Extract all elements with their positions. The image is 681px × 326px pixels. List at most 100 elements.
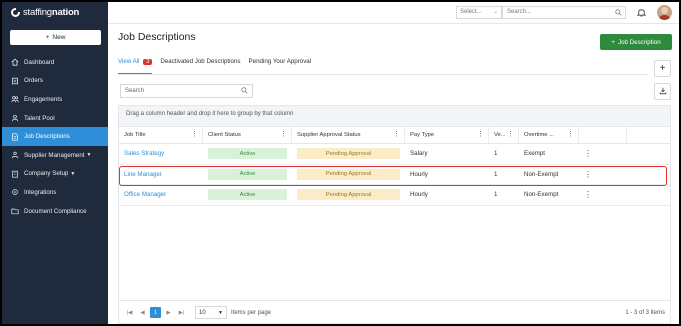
sidebar-item-talent-pool[interactable]: Talent Pool [2, 109, 108, 128]
group-panel[interactable]: Drag a column header and drop it here to… [119, 106, 670, 127]
sidebar-item-label: Dashboard [24, 58, 55, 66]
status-badge: Pending Approval [297, 189, 400, 201]
page-title: Job Descriptions [118, 31, 196, 43]
table-row[interactable]: Sales Strategy Active Pending Approval S… [119, 144, 670, 165]
column-header-version[interactable]: Ve... ⋮ [489, 127, 519, 143]
next-page-icon[interactable]: ▶ [163, 307, 174, 318]
last-page-icon[interactable]: ▶| [176, 307, 187, 318]
supplier-status-cell: Pending Approval [292, 144, 405, 164]
orders-icon [11, 77, 19, 85]
table-row[interactable]: Line Manager Active Pending Approval Hou… [119, 165, 670, 185]
job-title-link[interactable]: Sales Strategy [119, 144, 203, 164]
overtime-cell: Non-Exempt [524, 170, 559, 178]
chevron-down-icon: ⌄ [493, 9, 498, 15]
column-header-supplier-approval-status[interactable]: Supplier Approval Status ⋮ [292, 127, 405, 143]
app-window: staffingnation + New Dashboard Orders En… [0, 0, 681, 326]
avatar[interactable] [657, 5, 672, 20]
folder-icon [11, 207, 19, 215]
sidebar-item-dashboard[interactable]: Dashboard [2, 53, 108, 72]
column-menu-icon[interactable]: ⋮ [280, 130, 287, 138]
pay-type-cell: Hourly [410, 170, 428, 178]
column-header-overtime[interactable]: Overtime ... ⋮ [519, 127, 579, 143]
job-descriptions-grid: Drag a column header and drop it here to… [118, 105, 671, 324]
tab-divider [118, 74, 648, 75]
column-menu-icon[interactable]: ⋮ [191, 130, 198, 138]
item-count: 1 - 3 of 3 items [625, 309, 665, 316]
row-menu-icon[interactable]: ⋮ [584, 190, 592, 199]
first-page-icon[interactable]: |◀ [124, 307, 135, 318]
actions-cell: ⋮ [579, 144, 627, 164]
plus-icon: + [611, 38, 615, 46]
prev-page-icon[interactable]: ◀ [137, 307, 148, 318]
select-placeholder: Select... [460, 9, 482, 15]
column-menu-icon[interactable]: ⋮ [567, 130, 574, 138]
brand-name: staffingnation [23, 7, 80, 18]
sidebar-item-document-compliance[interactable]: Document Compliance [2, 202, 108, 221]
tab-view-all[interactable]: View All 3 [118, 58, 153, 74]
person-icon [11, 114, 19, 122]
version-cell: 1 [494, 170, 498, 178]
job-title-link[interactable]: Line Manager [119, 165, 203, 185]
version-cell: 1 [494, 191, 498, 199]
search-icon [615, 9, 622, 18]
column-menu-icon[interactable]: ⋮ [507, 130, 514, 138]
column-menu-icon[interactable]: ⋮ [477, 130, 484, 138]
chevron-down-icon: ▼ [86, 152, 92, 159]
chevron-down-icon: ▼ [70, 170, 76, 177]
plus-icon: + [45, 34, 50, 41]
overtime-cell: Exempt [524, 150, 545, 158]
tab-label: Deactivated Job Descriptions [160, 58, 241, 65]
page-size-select[interactable]: 10 ▼ [195, 306, 227, 319]
grid-search-input[interactable]: Search [120, 84, 253, 98]
column-label: Ve... [494, 132, 506, 138]
sidebar-item-company-setup[interactable]: Company Setup ▼ [2, 165, 108, 184]
supplier-status-cell: Pending Approval [292, 185, 405, 205]
global-search-input[interactable]: Search... [502, 6, 626, 19]
supplier-status-cell: Pending Approval [292, 165, 405, 185]
top-bar: Select... ⌄ Search... [108, 2, 679, 24]
column-header-job-title[interactable]: Job Title ⋮ [119, 127, 203, 143]
sidebar-item-integrations[interactable]: Integrations [2, 183, 108, 202]
status-badge: Active [208, 148, 287, 160]
tab-deactivated[interactable]: Deactivated Job Descriptions [160, 58, 240, 72]
people-icon [11, 95, 19, 103]
global-select[interactable]: Select... ⌄ [456, 6, 502, 19]
sidebar-item-engagements[interactable]: Engagements [2, 90, 108, 109]
brand-logo[interactable]: staffingnation [11, 7, 79, 18]
row-menu-icon[interactable]: ⋮ [584, 170, 592, 179]
tab-pending-approval[interactable]: Pending Your Approval [249, 58, 312, 72]
column-menu-icon[interactable]: ⋮ [393, 130, 400, 138]
add-tab-button[interactable]: + [654, 60, 671, 77]
sidebar-item-supplier-management[interactable]: Supplier Management ▼ [2, 146, 108, 165]
pay-type-cell: Hourly [410, 191, 428, 199]
sidebar-item-label: Document Compliance [24, 207, 87, 215]
plus-icon: + [659, 63, 666, 74]
column-label: Pay Type [410, 132, 435, 138]
add-job-description-button[interactable]: + Job Description [600, 34, 672, 50]
tab-label: View All [118, 58, 140, 65]
count-badge: 3 [143, 59, 153, 65]
home-icon [11, 58, 19, 66]
export-button[interactable] [654, 83, 671, 100]
column-header-pay-type[interactable]: Pay Type ⋮ [405, 127, 489, 143]
pay-type-cell: Salary [410, 150, 428, 158]
client-status-cell: Active [203, 144, 292, 164]
sidebar-item-orders[interactable]: Orders [2, 72, 108, 91]
sidebar-item-label: Engagements [24, 95, 63, 103]
sidebar-item-label: Integrations [24, 188, 57, 196]
column-header-client-status[interactable]: Client Status ⋮ [203, 127, 292, 143]
table-row[interactable]: Office Manager Active Pending Approval H… [119, 185, 670, 206]
column-label: Job Title [124, 132, 146, 138]
tab-bar: View All 3 Deactivated Job Descriptions … [118, 58, 312, 74]
new-button[interactable]: + New [10, 30, 101, 45]
chevron-down-icon: ▼ [218, 309, 223, 316]
bell-icon[interactable] [636, 7, 647, 19]
actions-cell: ⋮ [579, 165, 627, 185]
status-badge: Pending Approval [297, 168, 400, 180]
sidebar-nav: Dashboard Orders Engagements Talent Pool… [2, 53, 108, 220]
row-menu-icon[interactable]: ⋮ [584, 149, 592, 158]
sidebar-item-job-descriptions[interactable]: Job Descriptions [2, 127, 108, 146]
main-content: Job Descriptions + Job Description View … [108, 25, 679, 324]
page-number-button[interactable]: 1 [150, 307, 161, 318]
job-title-link[interactable]: Office Manager [119, 185, 203, 205]
